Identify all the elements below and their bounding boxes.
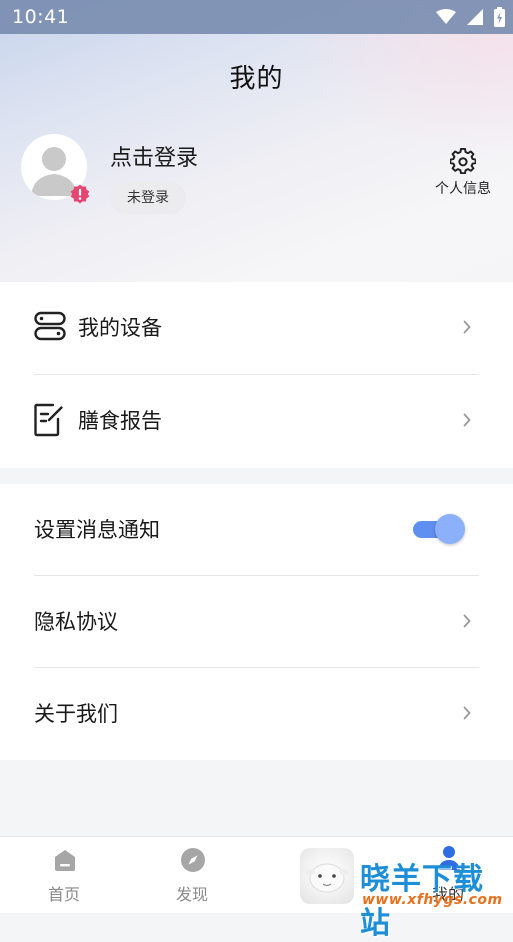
home-icon [55,850,75,871]
personal-info-button[interactable]: 个人信息 [430,148,496,198]
devices-icon [34,311,66,341]
status-bar: 10:41 [0,0,513,34]
menu-label: 关于我们 [34,702,118,726]
chevron-right-icon [463,706,471,720]
chevron-right-icon [463,614,471,628]
personal-info-label: 个人信息 [435,181,491,197]
settings-menu-card: 设置消息通知 隐私协议 关于我们 [0,484,513,760]
login-prompt[interactable]: 点击登录 [110,140,198,172]
menu-label: 我的设备 [78,316,162,340]
tab-label: 首页 [47,885,80,904]
sheep-logo [300,848,354,904]
menu-item-notification: 设置消息通知 [34,484,479,576]
tab-discover[interactable]: 发现 [142,837,242,913]
report-icon [34,403,63,437]
status-icons [436,7,505,27]
menu-item-about[interactable]: 关于我们 [34,668,479,760]
menu-label: 设置消息通知 [34,518,160,542]
menu-label: 隐私协议 [34,610,118,634]
menu-item-diet-report[interactable]: 膳食报告 [34,375,479,467]
toggle-thumb [435,514,465,544]
sheep-face-icon [305,863,349,893]
page-title: 我的 [229,64,284,94]
compass-icon [181,848,205,872]
not-logged-in-warning-icon [70,184,90,204]
wifi-icon [436,9,456,24]
tab-home[interactable]: 首页 [14,837,114,913]
chevron-right-icon [463,413,471,427]
site-watermark: 晓羊下载站 www.xfhygs.com [300,846,513,941]
menu-item-privacy[interactable]: 隐私协议 [34,576,479,668]
login-status-badge: 未登录 [110,182,186,214]
tab-label: 发现 [175,885,208,904]
menu-item-my-devices[interactable]: 我的设备 [34,282,479,374]
device-menu-card: 我的设备 膳食报告 [0,282,513,468]
status-time: 10:41 [12,6,70,28]
notification-toggle[interactable] [413,514,465,544]
watermark-url: www.xfhygs.com [362,892,503,908]
profile-header-background [0,0,513,282]
signal-icon [467,9,483,25]
menu-label: 膳食报告 [78,409,162,433]
chevron-right-icon [463,320,471,334]
gear-icon [450,148,476,174]
battery-icon [494,7,505,27]
